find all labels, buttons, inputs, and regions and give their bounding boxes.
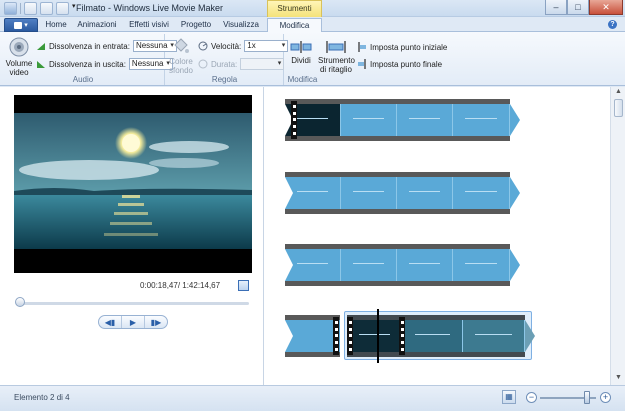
- play-icon: ▶: [129, 317, 137, 327]
- playback-controls: ◀▮ ▶ ▮▶: [98, 315, 168, 329]
- set-end-icon: [358, 59, 366, 69]
- trim-tool-label: Strumento di ritaglio: [318, 56, 355, 74]
- sprockets: [333, 317, 339, 355]
- scroll-thumb[interactable]: [614, 99, 623, 117]
- split-button[interactable]: Dividi: [288, 40, 314, 65]
- title-bar: ▾ Filmato - Windows Live Movie Maker Str…: [0, 0, 625, 29]
- trim-icon: [326, 41, 346, 53]
- playhead[interactable]: [377, 309, 379, 363]
- sprockets: [291, 101, 297, 139]
- maximize-button[interactable]: □: [567, 0, 589, 15]
- separator: [20, 3, 21, 14]
- help-icon[interactable]: ?: [608, 20, 617, 29]
- scroll-down-icon[interactable]: ▼: [613, 374, 624, 384]
- video-clip-film: [347, 315, 525, 357]
- fade-in-label: Dissolvenza in entrata:: [49, 41, 130, 51]
- set-start-icon: [358, 42, 366, 52]
- redo-icon[interactable]: [56, 2, 69, 15]
- context-tab-video-tools: Strumenti video: [267, 0, 322, 29]
- tab-animations[interactable]: Animazioni: [75, 18, 119, 32]
- group-edit: Dividi Strumento di ritaglio Imposta pun…: [285, 34, 447, 85]
- split-label: Dividi: [291, 56, 311, 65]
- file-menu-icon: [14, 21, 23, 29]
- storyboard: [265, 87, 610, 385]
- tab-visual-effects[interactable]: Effetti visivi: [124, 18, 174, 32]
- zoom-out-button[interactable]: −: [526, 392, 537, 403]
- status-bar: Elemento 2 di 4 ▦ − +: [0, 385, 625, 411]
- save-icon[interactable]: [24, 2, 37, 15]
- scroll-up-icon[interactable]: ▲: [613, 88, 624, 98]
- preview-pane: 0:00:18,47/ 1:42:14,67 ◀▮ ▶ ▮▶: [0, 87, 264, 385]
- play-button[interactable]: ▶: [122, 316, 145, 328]
- sprockets: [347, 317, 353, 355]
- zoom-thumb[interactable]: [584, 391, 590, 404]
- close-button[interactable]: ✕: [589, 0, 623, 15]
- ribbon: Volume video Dissolvenza in entrata: Nes…: [0, 32, 625, 86]
- next-frame-button[interactable]: ▮▶: [145, 316, 167, 328]
- seek-bar[interactable]: [16, 302, 249, 305]
- previous-frame-button[interactable]: ◀▮: [99, 316, 122, 328]
- ribbon-tabs: ▾ Home Animazioni Effetti visivi Progett…: [0, 17, 625, 33]
- thumbnail-size-icon[interactable]: ▦: [502, 390, 516, 404]
- group-audio: Volume video Dissolvenza in entrata: Nes…: [2, 34, 177, 85]
- playback-time: 0:00:18,47/ 1:42:14,67: [140, 281, 221, 290]
- next-frame-icon: ▮▶: [150, 317, 162, 327]
- chevron-down-icon: ▾: [24, 22, 28, 29]
- clip-film: [285, 315, 340, 357]
- previous-frame-icon: ◀▮: [104, 317, 116, 327]
- split-icon: [290, 41, 312, 53]
- speed-label: Velocità:: [211, 41, 242, 51]
- speed-row: Velocità: 1x: [198, 40, 289, 52]
- set-start-point-button[interactable]: Imposta punto iniziale: [357, 42, 447, 52]
- undo-icon[interactable]: [40, 2, 53, 15]
- zoom-in-button[interactable]: +: [600, 392, 611, 403]
- tab-home[interactable]: Home: [41, 18, 71, 32]
- app-icon[interactable]: [4, 2, 17, 15]
- quick-access-toolbar: ▾: [4, 2, 80, 15]
- duration-icon: [198, 59, 208, 69]
- main-area: 0:00:18,47/ 1:42:14,67 ◀▮ ▶ ▮▶ ▲ ▼: [0, 87, 625, 385]
- tab-project[interactable]: Progetto: [178, 18, 214, 32]
- duration-row: Durata:: [198, 58, 285, 70]
- speaker-icon: [9, 37, 29, 57]
- tab-view[interactable]: Visualizza: [220, 18, 262, 32]
- fade-out-row: Dissolvenza in uscita: Nessuna: [36, 58, 173, 70]
- set-end-point-button[interactable]: Imposta punto finale: [357, 59, 442, 69]
- set-end-point-label: Imposta punto finale: [370, 59, 443, 69]
- clip-film: [285, 99, 510, 141]
- speed-icon: [198, 41, 208, 51]
- video-frame-image: [14, 113, 252, 249]
- group-edit-label: Modifica: [287, 75, 318, 84]
- trim-tool-button[interactable]: Strumento di ritaglio: [318, 40, 355, 74]
- window-title: Filmato - Windows Live Movie Maker: [76, 3, 224, 13]
- seek-thumb[interactable]: [15, 297, 25, 307]
- minimize-button[interactable]: –: [545, 0, 567, 15]
- fade-out-icon: [37, 61, 45, 68]
- sprockets: [399, 317, 405, 355]
- speed-select[interactable]: 1x: [244, 40, 289, 52]
- storyboard-scrollbar[interactable]: ▲ ▼: [610, 87, 625, 385]
- set-start-point-label: Imposta punto iniziale: [370, 42, 448, 52]
- fullscreen-button[interactable]: [238, 280, 249, 291]
- fade-in-icon: [37, 43, 45, 50]
- clip-film: [285, 172, 510, 214]
- status-text: Elemento 2 di 4: [14, 393, 70, 402]
- video-volume-button[interactable]: Volume video: [5, 37, 33, 77]
- clip-film: [285, 244, 510, 286]
- duration-label: Durata:: [211, 59, 238, 69]
- fade-in-row: Dissolvenza in entrata: Nessuna: [36, 40, 177, 52]
- tab-edit[interactable]: Modifica: [267, 18, 322, 33]
- fade-out-label: Dissolvenza in uscita:: [49, 59, 126, 69]
- file-menu-button[interactable]: ▾: [4, 18, 38, 32]
- background-color-button: Colore sfondo: [168, 37, 194, 75]
- duration-select: [240, 58, 285, 70]
- video-preview[interactable]: [14, 95, 252, 273]
- group-audio-label: Audio: [72, 75, 94, 84]
- window-controls: – □ ✕: [545, 0, 623, 15]
- paint-bucket-icon: [174, 38, 189, 53]
- background-color-label: Colore sfondo: [168, 57, 194, 75]
